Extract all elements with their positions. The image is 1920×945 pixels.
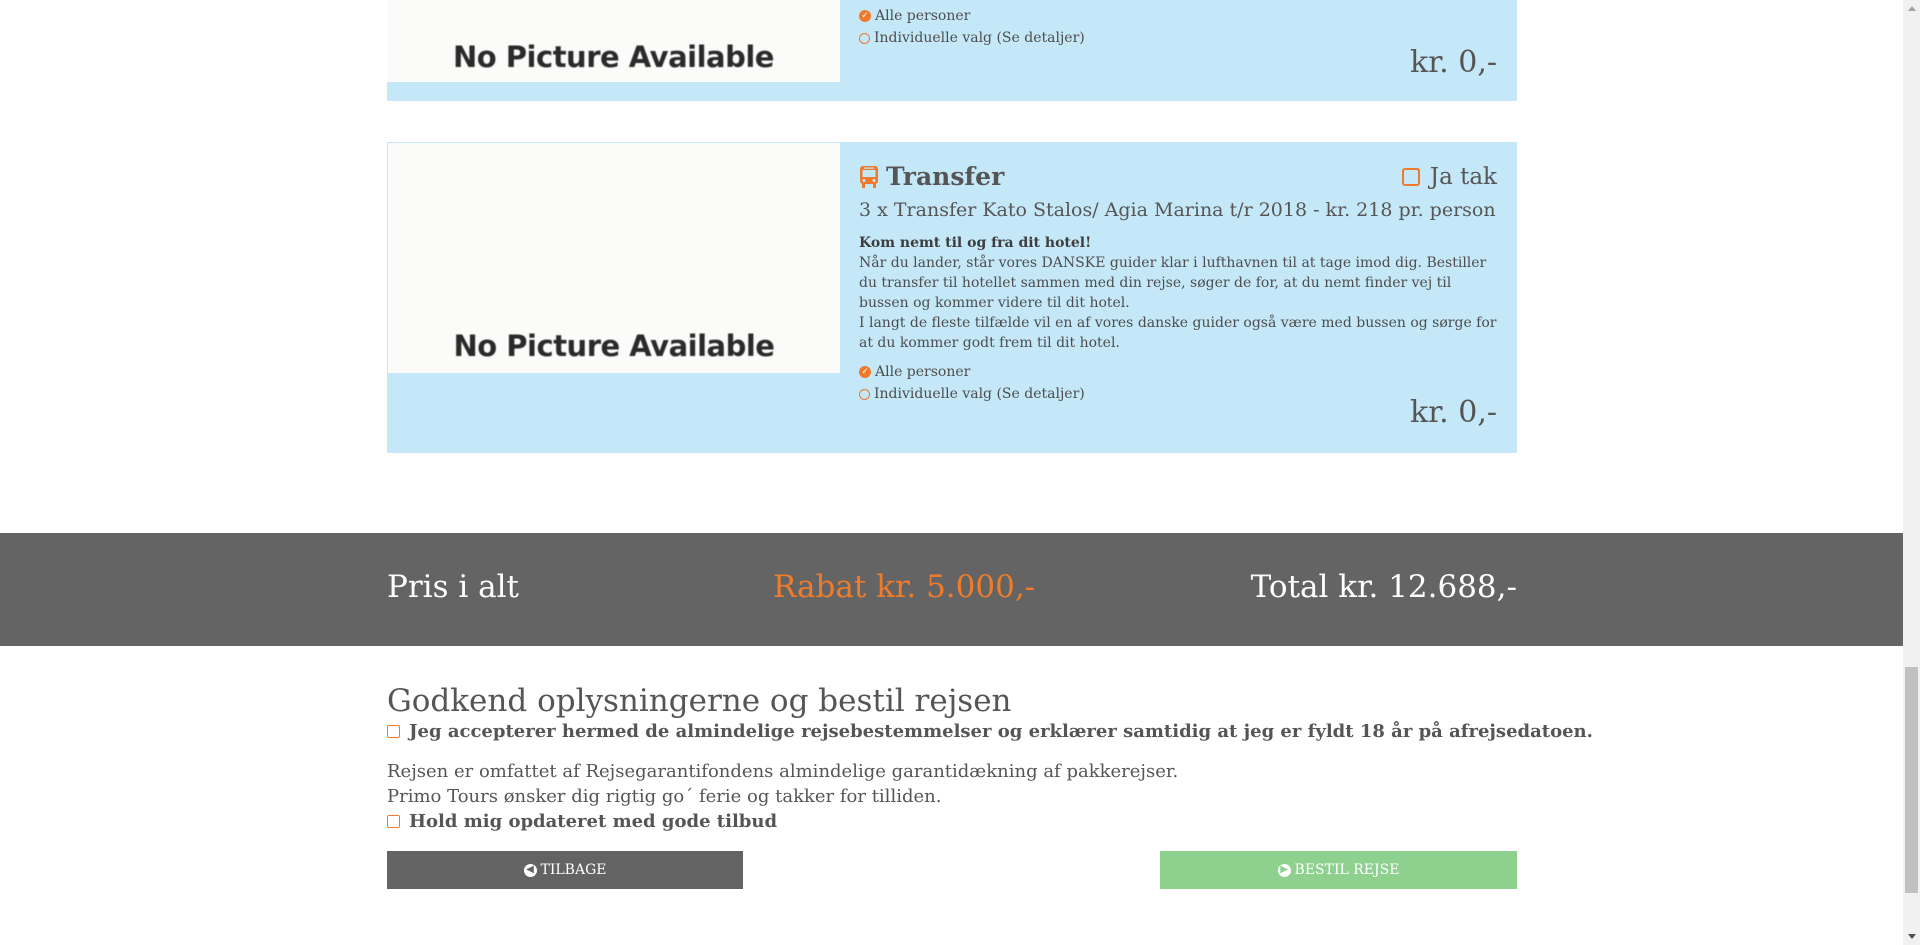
circle-icon (859, 388, 870, 400)
option-label: Alle personer (875, 8, 971, 24)
bus-icon (860, 165, 878, 188)
product-card-transfer: No Picture Available Transfer Ja tak 3 x… (387, 142, 1517, 453)
scroll-down-arrow-icon[interactable] (1903, 928, 1920, 945)
vertical-scrollbar[interactable] (1903, 0, 1920, 945)
option-individual[interactable]: Individuelle valg (Se detaljer) (859, 27, 1497, 49)
no-picture-text: No Picture Available (453, 40, 774, 74)
option-label: Individuelle valg (Se detaljer) (874, 30, 1085, 46)
terms-checkbox-row: Jeg accepterer hermed de almindelige rej… (387, 721, 1593, 742)
ja-tak-label: Ja tak (1429, 164, 1497, 190)
ja-tak-checkbox[interactable]: Ja tak (1401, 164, 1497, 190)
option-individual[interactable]: Individuelle valg (Se detaljer) (859, 383, 1497, 405)
arrow-right-icon: ▶ (1277, 863, 1291, 877)
terms-checkbox[interactable] (387, 725, 400, 738)
newsletter-checkbox-row: Hold mig opdateret med gode tilbud (387, 811, 777, 832)
checkbox-icon (1401, 168, 1420, 186)
newsletter-checkbox[interactable] (387, 815, 400, 828)
order-button-label: BESTIL REJSE (1294, 862, 1400, 878)
product-card-top: No Picture Available ✓ Alle personer Ind… (387, 0, 1517, 101)
product-image: No Picture Available (388, 143, 840, 373)
option-all-persons[interactable]: ✓ Alle personer (859, 5, 1497, 27)
page: No Picture Available ✓ Alle personer Ind… (0, 0, 1903, 945)
total-bar: Pris i alt Rabat kr. 5.000,- Total kr. 1… (0, 533, 1903, 646)
newsletter-label: Hold mig opdateret med gode tilbud (409, 811, 778, 832)
card-description: Kom nemt til og fra dit hotel! Når du la… (859, 233, 1497, 353)
option-label: Alle personer (875, 364, 971, 380)
discount-amount: Rabat kr. 5.000,- (773, 569, 1036, 605)
price-total-label: Pris i alt (387, 569, 519, 605)
back-button-label: TILBAGE (540, 862, 607, 878)
description-text: I langt de fleste tilfælde vil en af vor… (859, 315, 1497, 351)
scroll-up-arrow-icon[interactable] (1903, 0, 1920, 17)
card-title-text: Transfer (886, 162, 1005, 191)
option-all-persons[interactable]: ✓ Alle personer (859, 361, 1497, 383)
card-title: Transfer (859, 162, 1377, 191)
arrow-left-icon: ◀ (523, 863, 537, 877)
product-image: No Picture Available (387, 0, 840, 82)
thanks-text: Primo Tours ønsker dig rigtig go´ ferie … (387, 786, 942, 807)
check-circle-icon: ✓ (859, 10, 871, 22)
order-trip-button[interactable]: ▶ BESTIL REJSE (1160, 851, 1517, 889)
approve-title: Godkend oplysningerne og bestil rejsen (387, 683, 1012, 719)
card-subtitle: 3 x Transfer Kato Stalos/ Agia Marina t/… (859, 199, 1496, 221)
option-label: Individuelle valg (Se detaljer) (874, 386, 1085, 402)
description-heading: Kom nemt til og fra dit hotel! (859, 235, 1092, 251)
check-circle-icon: ✓ (859, 366, 871, 378)
total-amount: Total kr. 12.688,- (1250, 569, 1517, 605)
guarantee-text: Rejsen er omfattet af Rejsegarantifonden… (387, 761, 1179, 782)
back-button[interactable]: ◀ TILBAGE (387, 851, 743, 889)
description-text: Når du lander, står vores DANSKE guider … (859, 255, 1487, 311)
card-price: kr. 0,- (1409, 395, 1497, 430)
circle-icon (859, 32, 870, 44)
terms-label: Jeg accepterer hermed de almindelige rej… (409, 721, 1593, 742)
scrollbar-thumb[interactable] (1905, 667, 1918, 893)
no-picture-text: No Picture Available (453, 329, 775, 363)
card-price: kr. 0,- (1409, 45, 1497, 80)
